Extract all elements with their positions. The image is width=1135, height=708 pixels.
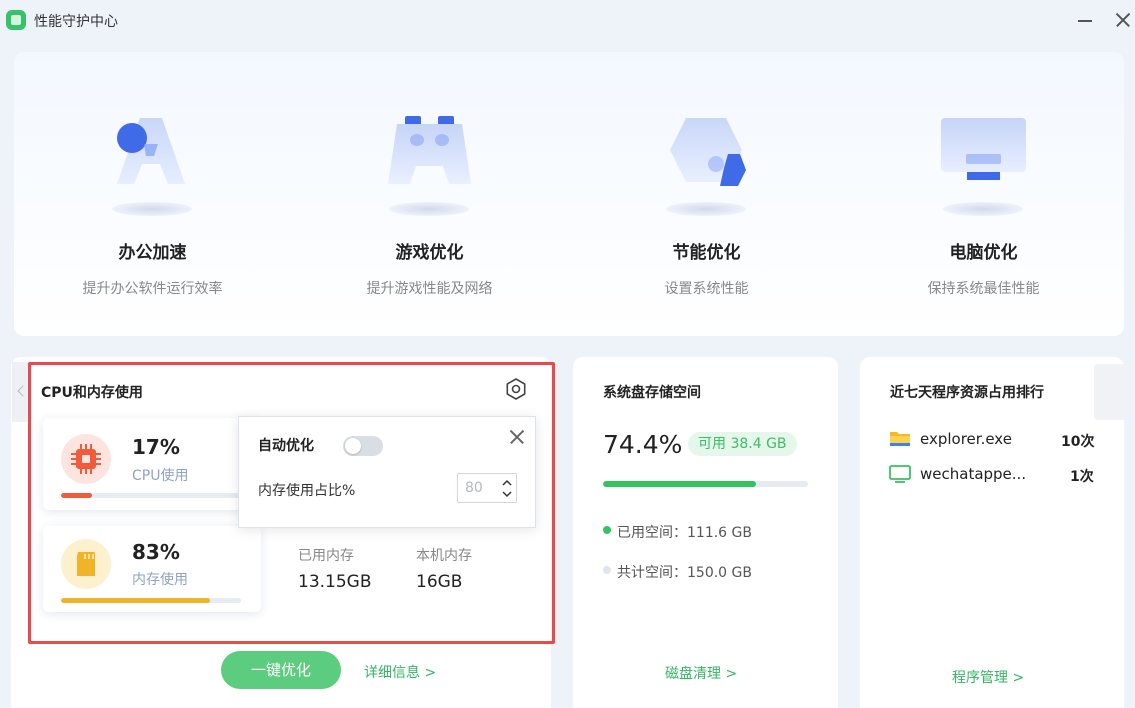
gamepad-icon xyxy=(388,116,471,184)
window-title: 性能守护中心 xyxy=(34,14,118,30)
auto-optimize-toggle[interactable] xyxy=(343,436,383,456)
title-bar: 性能守护中心 xyxy=(0,0,1135,40)
disk-usage-percent: 74.4% xyxy=(603,430,683,459)
folder-icon xyxy=(890,432,910,446)
memory-threshold-label: 内存使用占比% xyxy=(258,483,356,499)
ranking-item-name: wechatappe... xyxy=(920,465,1027,483)
total-space-text: 共计空间：150.0 GB xyxy=(617,565,752,581)
disk-usage-fill xyxy=(603,481,756,487)
app-logo-icon xyxy=(6,10,26,30)
cpu-chip-icon xyxy=(71,444,101,474)
cpu-label: CPU使用 xyxy=(132,468,189,484)
memory-threshold-input[interactable] xyxy=(458,474,498,502)
total-memory-value: 16GB xyxy=(416,572,463,592)
monitor-icon xyxy=(941,118,1026,180)
memory-usage-card: 83% 内存使用 xyxy=(43,526,261,612)
scroll-left-button[interactable] xyxy=(12,362,32,422)
feature-pc-optimization[interactable]: 电脑优化 保持系统最佳性能 xyxy=(845,52,1122,336)
disk-clean-link[interactable]: 磁盘清理 > xyxy=(665,663,737,683)
memory-label: 内存使用 xyxy=(132,572,188,588)
disk-card-title: 系统盘存储空间 xyxy=(603,385,701,401)
feature-energy-saving[interactable]: 节能优化 设置系统性能 xyxy=(568,52,845,336)
chevron-down-icon[interactable] xyxy=(499,488,515,501)
feature-office-acceleration[interactable]: 办公加速 提升办公软件运行效率 xyxy=(14,52,291,336)
used-space-dot xyxy=(603,526,611,534)
memory-threshold-stepper xyxy=(457,473,517,503)
gear-icon[interactable] xyxy=(503,376,529,402)
used-memory-label: 已用内存 xyxy=(298,548,354,564)
feature-name: 游戏优化 xyxy=(395,243,464,263)
feature-name: 电脑优化 xyxy=(949,243,1018,263)
cpu-usage-card: 17% CPU使用 xyxy=(43,418,261,510)
cpu-progress-bar xyxy=(61,493,241,498)
cpu-percent: 17% xyxy=(132,435,180,459)
ranking-card-title: 近七天程序资源占用排行 xyxy=(890,385,1044,401)
program-ranking-card xyxy=(860,357,1124,708)
cpu-progress-fill xyxy=(61,493,92,498)
close-popup-icon[interactable] xyxy=(507,427,527,447)
disk-free-badge: 可用 38.4 GB xyxy=(688,432,797,456)
disk-usage-bar xyxy=(603,481,808,487)
minimize-button[interactable] xyxy=(1073,8,1097,32)
feature-desc: 保持系统最佳性能 xyxy=(927,281,1040,297)
feature-desc: 设置系统性能 xyxy=(664,281,749,297)
close-window-button[interactable] xyxy=(1111,8,1135,32)
details-link[interactable]: 详细信息 > xyxy=(364,662,436,682)
energy-icon xyxy=(670,118,746,186)
auto-optimize-title: 自动优化 xyxy=(258,438,314,454)
memory-percent: 83% xyxy=(132,540,180,564)
used-memory-value: 13.15GB xyxy=(298,572,372,592)
scroll-right-button[interactable] xyxy=(1094,364,1128,420)
wechat-app-icon xyxy=(889,465,911,483)
feature-panel: 办公加速 提升办公软件运行效率 游戏优化 提升游戏性能及网络 节能优化 设置系统… xyxy=(14,52,1124,336)
feature-desc: 提升办公软件运行效率 xyxy=(82,281,223,297)
memory-progress-fill xyxy=(61,598,211,603)
feature-game-optimization[interactable]: 游戏优化 提升游戏性能及网络 xyxy=(291,52,568,336)
feature-name: 办公加速 xyxy=(118,243,187,263)
feature-name: 节能优化 xyxy=(672,243,741,263)
ranking-item-count: 1次 xyxy=(1070,469,1094,485)
toggle-knob xyxy=(345,438,361,454)
auto-optimize-popup: 自动优化 内存使用占比% xyxy=(238,416,536,528)
memory-progress-bar xyxy=(61,598,241,603)
ranking-item-count: 10次 xyxy=(1061,434,1095,450)
one-click-optimize-button[interactable]: 一键优化 xyxy=(221,651,341,689)
program-manage-link[interactable]: 程序管理 > xyxy=(952,667,1024,687)
ranking-item-name: explorer.exe xyxy=(920,430,1012,448)
cpu-card-title: CPU和内存使用 xyxy=(41,385,143,401)
total-memory-label: 本机内存 xyxy=(416,548,472,564)
used-space-text: 已用空间：111.6 GB xyxy=(617,525,752,541)
memory-card-icon xyxy=(77,552,95,576)
total-space-dot xyxy=(603,566,611,574)
feature-desc: 提升游戏性能及网络 xyxy=(366,281,493,297)
office-icon xyxy=(117,118,185,184)
